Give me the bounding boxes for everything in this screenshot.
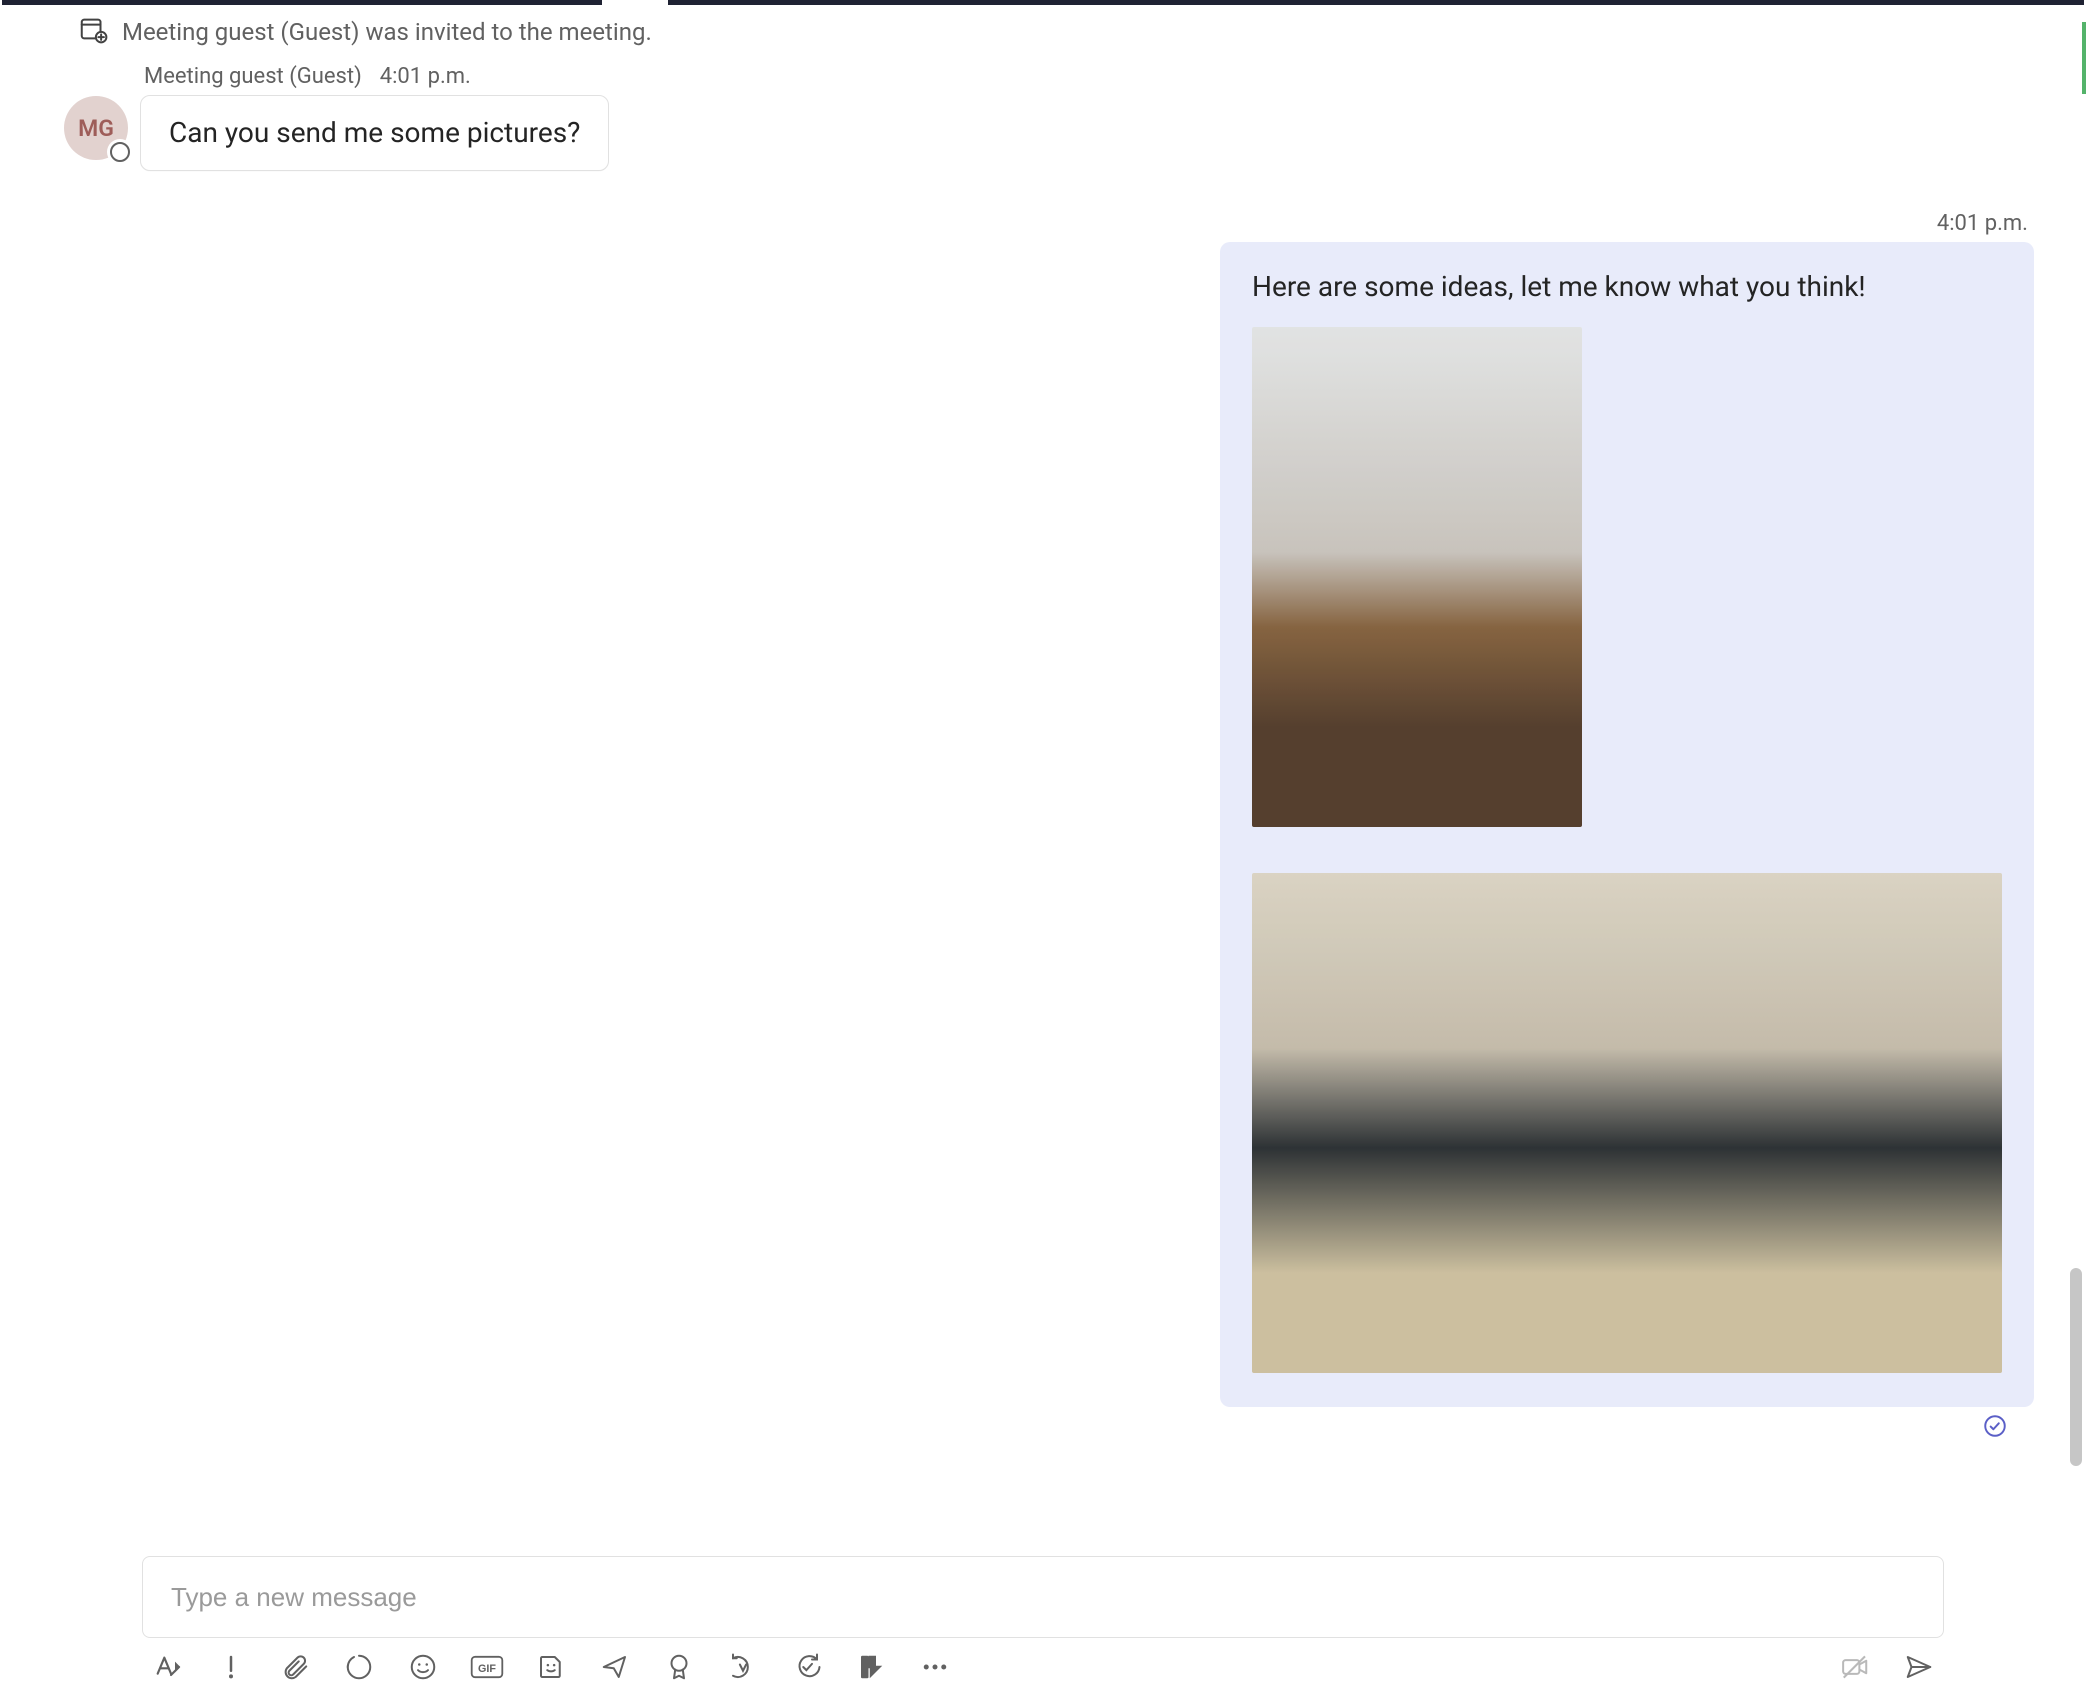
- sticker-button[interactable]: [534, 1650, 568, 1684]
- scrollbar-thumb[interactable]: [2070, 1268, 2082, 1467]
- approvals-button[interactable]: [662, 1650, 696, 1684]
- system-event-text: Meeting guest (Guest) was invited to the…: [122, 18, 652, 46]
- incoming-message-text: Can you send me some pictures?: [169, 116, 580, 149]
- chat-scroll-area[interactable]: Meeting guest (Guest) was invited to the…: [0, 8, 2086, 1580]
- attached-image-2[interactable]: [1252, 873, 2002, 1373]
- loop-button[interactable]: [342, 1650, 376, 1684]
- compose-toolbar: GIF: [142, 1638, 1944, 1684]
- actions-button[interactable]: [854, 1650, 888, 1684]
- outgoing-message-row: 4:01 p.m. Here are some ideas, let me kn…: [0, 211, 2034, 1443]
- incoming-sender-name: Meeting guest (Guest): [144, 64, 362, 89]
- outgoing-message-text: Here are some ideas, let me know what yo…: [1252, 270, 2002, 303]
- outgoing-timestamp: 4:01 p.m.: [1937, 211, 2028, 236]
- chat-viewport: Meeting guest (Guest) was invited to the…: [0, 0, 2086, 1700]
- avatar-initials: MG: [78, 115, 114, 142]
- viva-button[interactable]: [726, 1650, 760, 1684]
- scrollbar[interactable]: [2068, 160, 2082, 1580]
- window-top-bar: [2, 0, 2084, 5]
- attached-image-1[interactable]: [1252, 327, 1582, 827]
- incoming-message-meta: Meeting guest (Guest) 4:01 p.m.: [144, 64, 609, 89]
- more-actions-button[interactable]: [918, 1650, 952, 1684]
- video-clip-button[interactable]: [1838, 1650, 1872, 1684]
- emoji-button[interactable]: [406, 1650, 440, 1684]
- outgoing-message-bubble[interactable]: Here are some ideas, let me know what yo…: [1220, 242, 2034, 1407]
- svg-text:GIF: GIF: [478, 1663, 496, 1675]
- calendar-add-icon: [78, 14, 108, 50]
- updates-button[interactable]: [790, 1650, 824, 1684]
- share-button[interactable]: [598, 1650, 632, 1684]
- incoming-timestamp: 4:01 p.m.: [380, 64, 471, 89]
- send-button[interactable]: [1902, 1650, 1936, 1684]
- compose-area: GIF: [142, 1556, 1944, 1684]
- system-event-line: Meeting guest (Guest) was invited to the…: [0, 8, 2074, 56]
- gif-button[interactable]: GIF: [470, 1650, 504, 1684]
- priority-button[interactable]: [214, 1650, 248, 1684]
- avatar-meeting-guest[interactable]: MG: [64, 96, 128, 160]
- incoming-message-row: MG Meeting guest (Guest) 4:01 p.m. Can y…: [0, 64, 2074, 181]
- incoming-message-bubble[interactable]: Can you send me some pictures?: [140, 95, 609, 171]
- message-input[interactable]: [142, 1556, 1944, 1638]
- seen-check-icon: [1982, 1413, 2008, 1443]
- format-button[interactable]: [150, 1650, 184, 1684]
- presence-offline-icon: [110, 142, 130, 162]
- message-seen-status: [1982, 1413, 2008, 1443]
- attach-button[interactable]: [278, 1650, 312, 1684]
